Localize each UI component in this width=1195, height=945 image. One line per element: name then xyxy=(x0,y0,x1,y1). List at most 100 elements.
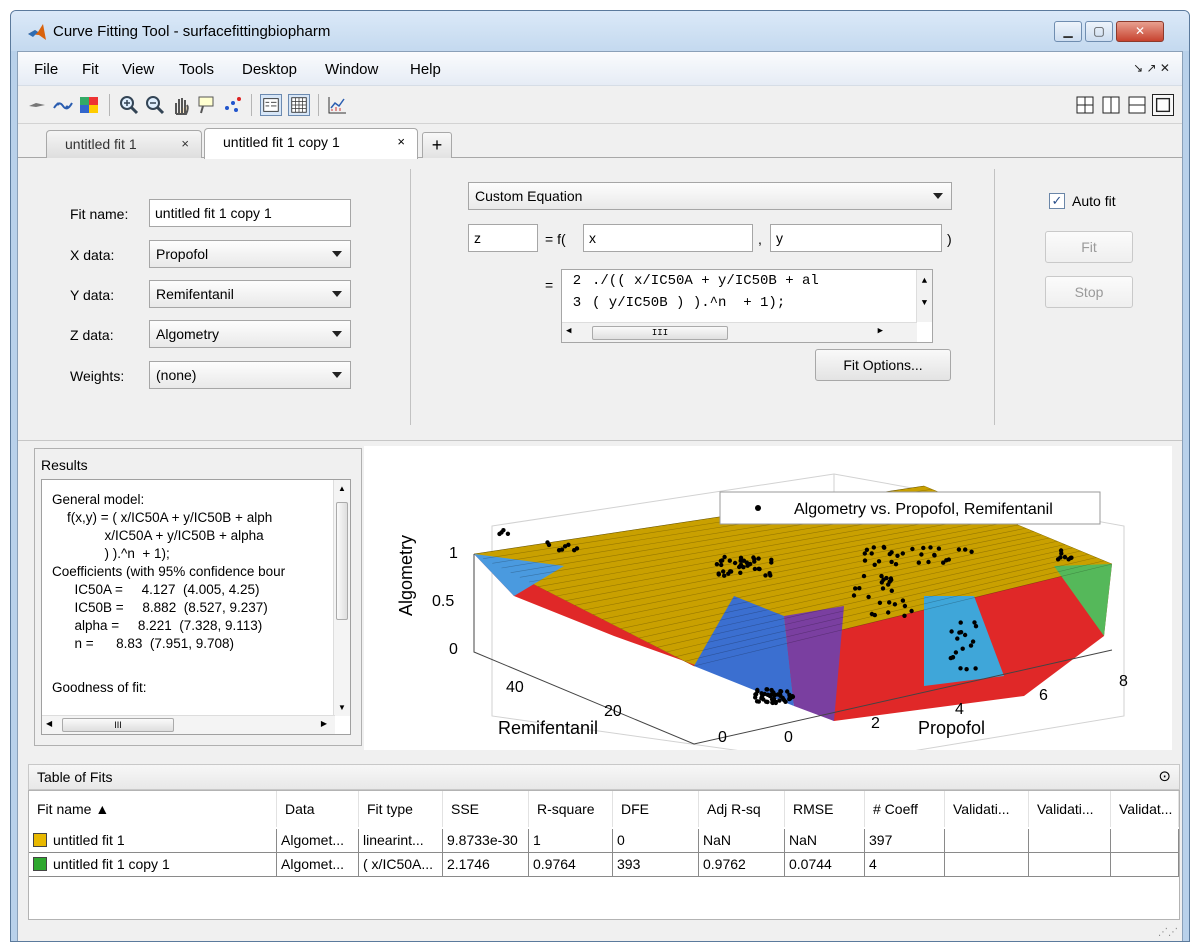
scroll-left-icon[interactable]: ◀ xyxy=(566,326,571,336)
equation-editor[interactable]: 2 ./(( x/IC50A + y/IC50B + al 3 ( y/IC50B … xyxy=(561,269,933,343)
table-cell[interactable]: 9.8733e-30 xyxy=(443,829,529,853)
column-header[interactable]: Validat... xyxy=(1111,791,1179,827)
menu-fit[interactable]: Fit xyxy=(82,61,99,78)
menu-file[interactable]: File xyxy=(34,61,58,78)
surface-plot-panel[interactable]: Algometry vs. Propofol, Remifentanil Alg… xyxy=(364,446,1172,765)
table-cell[interactable]: 0.9762 xyxy=(699,853,785,877)
column-header[interactable]: DFE xyxy=(613,791,699,827)
colormap-icon[interactable] xyxy=(78,94,100,116)
table-of-fits-header[interactable]: Table of Fits ⊙ xyxy=(28,764,1180,790)
y-variable-input[interactable]: y xyxy=(770,224,942,252)
tab-close-icon[interactable]: × xyxy=(181,131,189,157)
results-vscrollbar[interactable]: ▲ ▼ xyxy=(333,480,350,716)
tile-2x2-icon[interactable] xyxy=(1074,94,1096,116)
single-icon[interactable] xyxy=(1152,94,1174,116)
minimize-button[interactable]: ▁ xyxy=(1054,21,1082,42)
table-cell[interactable] xyxy=(945,853,1029,877)
scroll-thumb[interactable]: III xyxy=(62,718,174,732)
menu-desktop[interactable]: Desktop xyxy=(242,61,297,78)
resize-grip-icon[interactable]: ⋰⋰ xyxy=(1158,927,1178,938)
legend-icon[interactable] xyxy=(260,94,282,116)
output-variable-input[interactable]: z xyxy=(468,224,538,252)
zoom-in-icon[interactable] xyxy=(118,94,140,116)
table-cell[interactable] xyxy=(1111,853,1179,877)
new-fit-tab-button[interactable]: + xyxy=(422,132,452,158)
scroll-right-icon[interactable]: ▶ xyxy=(878,326,883,336)
table-cell[interactable]: untitled fit 1 copy 1 xyxy=(29,853,277,877)
grid-icon[interactable] xyxy=(288,94,310,116)
scroll-right-icon[interactable]: ▶ xyxy=(321,719,327,728)
table-cell[interactable]: 0 xyxy=(613,829,699,853)
column-header[interactable]: Validati... xyxy=(1029,791,1111,827)
collapse-icon[interactable]: ⊙ xyxy=(1158,765,1171,789)
table-cell[interactable] xyxy=(1111,829,1179,853)
residuals-icon[interactable] xyxy=(326,94,348,116)
tab-untitled-fit-1[interactable]: untitled fit 1 × xyxy=(46,130,202,158)
table-cell[interactable]: 0.9764 xyxy=(529,853,613,877)
y-data-select[interactable]: Remifentanil xyxy=(149,280,351,308)
auto-fit-checkbox[interactable]: ✓ xyxy=(1049,193,1065,209)
data-cursor-tip-icon[interactable] xyxy=(196,94,218,116)
menu-window[interactable]: Window xyxy=(325,61,378,78)
fit-type-select[interactable]: Custom Equation xyxy=(468,182,952,210)
pan-icon[interactable] xyxy=(170,94,192,116)
maximize-button[interactable]: ▢ xyxy=(1085,21,1113,42)
scroll-thumb[interactable]: III xyxy=(592,326,728,340)
scroll-down-icon[interactable]: ▼ xyxy=(338,703,346,712)
results-text-area[interactable]: General model: f(x,y) = ( x/IC50A + y/IC… xyxy=(41,479,351,735)
table-cell[interactable]: 0.0744 xyxy=(785,853,865,877)
column-header[interactable]: Fit type xyxy=(359,791,443,827)
z-data-select[interactable]: Algometry xyxy=(149,320,351,348)
table-cell[interactable] xyxy=(1029,853,1111,877)
data-cursor-icon[interactable] xyxy=(26,94,48,116)
menu-view[interactable]: View xyxy=(122,61,154,78)
fit-options-button[interactable]: Fit Options... xyxy=(815,349,951,381)
table-cell[interactable]: NaN xyxy=(699,829,785,853)
table-cell[interactable] xyxy=(1029,829,1111,853)
menu-help[interactable]: Help xyxy=(410,61,441,78)
table-cell[interactable]: 1 xyxy=(529,829,613,853)
equation-hscrollbar[interactable]: ◀ III ▶ xyxy=(562,322,917,342)
scroll-left-icon[interactable]: ◀ xyxy=(46,719,52,728)
results-hscrollbar[interactable]: ◀ III ▶ xyxy=(42,715,335,734)
equation-vscrollbar[interactable]: ▲ ▼ xyxy=(916,270,932,322)
column-header[interactable]: Fit name ▲ xyxy=(29,791,277,827)
scroll-up-icon[interactable]: ▲ xyxy=(338,484,346,493)
stop-button[interactable]: Stop xyxy=(1045,276,1133,308)
table-cell[interactable]: 393 xyxy=(613,853,699,877)
fits-table[interactable]: Fit name ▲ Data Fit type SSE R-square DFE Adj … xyxy=(28,790,1180,920)
fit-name-input[interactable]: untitled fit 1 copy 1 xyxy=(149,199,351,227)
tab-untitled-fit-1-copy-1[interactable]: untitled fit 1 copy 1 × xyxy=(204,128,418,159)
table-cell[interactable]: NaN xyxy=(785,829,865,853)
column-header[interactable]: R-square xyxy=(529,791,613,827)
x-data-select[interactable]: Propofol xyxy=(149,240,351,268)
table-cell[interactable] xyxy=(945,829,1029,853)
scroll-thumb[interactable] xyxy=(336,502,348,620)
zoom-out-icon[interactable] xyxy=(144,94,166,116)
tile-horizontal-icon[interactable] xyxy=(1126,94,1148,116)
table-cell[interactable]: Algomet... xyxy=(277,853,359,877)
tab-close-icon[interactable]: × xyxy=(397,129,405,155)
column-header[interactable]: Validati... xyxy=(945,791,1029,827)
surface-plot[interactable]: Algometry vs. Propofol, Remifentanil Alg… xyxy=(364,446,1172,765)
column-header[interactable]: SSE xyxy=(443,791,529,827)
close-button[interactable]: ✕ xyxy=(1116,21,1164,42)
exclude-icon[interactable] xyxy=(52,94,74,116)
exclude-outliers-icon[interactable] xyxy=(222,94,244,116)
table-cell[interactable]: ( x/IC50A... xyxy=(359,853,443,877)
table-cell[interactable]: 4 xyxy=(865,853,945,877)
table-cell[interactable]: linearint... xyxy=(359,829,443,853)
weights-select[interactable]: (none) xyxy=(149,361,351,389)
tile-vertical-icon[interactable] xyxy=(1100,94,1122,116)
column-header[interactable]: RMSE xyxy=(785,791,865,827)
table-cell[interactable]: untitled fit 1 xyxy=(29,829,277,853)
table-cell[interactable]: Algomet... xyxy=(277,829,359,853)
column-header[interactable]: Adj R-sq xyxy=(699,791,785,827)
title-bar[interactable]: Curve Fitting Tool - surfacefittingbioph… xyxy=(11,11,1189,51)
column-header[interactable]: # Coeff xyxy=(865,791,945,827)
table-cell[interactable]: 397 xyxy=(865,829,945,853)
undock-controls[interactable]: ↘ ↗ ✕ xyxy=(1133,61,1170,75)
table-cell[interactable]: 2.1746 xyxy=(443,853,529,877)
menu-tools[interactable]: Tools xyxy=(179,61,214,78)
fit-button[interactable]: Fit xyxy=(1045,231,1133,263)
